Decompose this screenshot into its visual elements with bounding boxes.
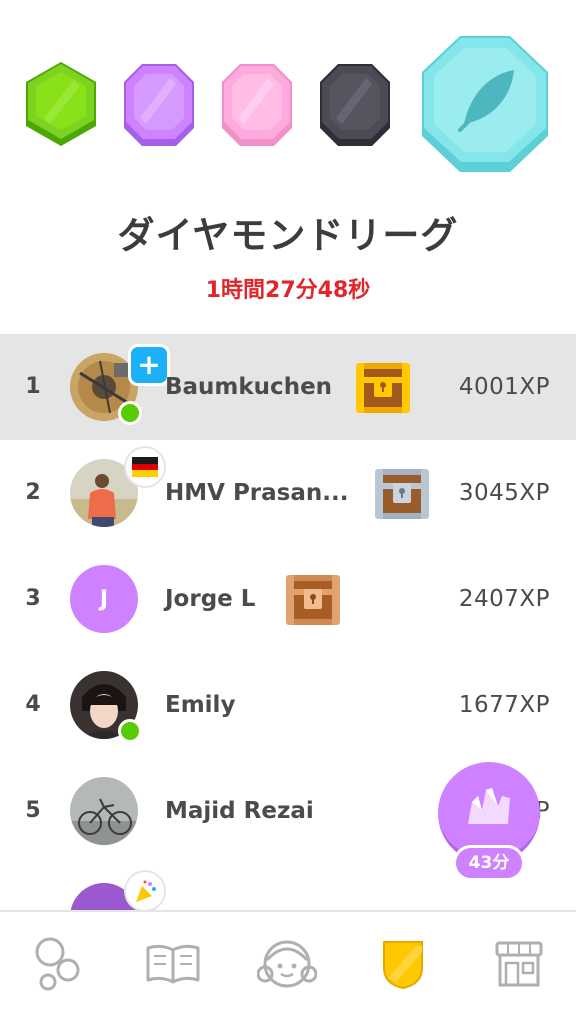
league-badges <box>0 0 576 190</box>
leaderboard-row[interactable]: 4 Emily 1677XP <box>0 652 576 758</box>
shield-icon <box>383 941 423 990</box>
leaderboard-row[interactable]: 3 J Jorge L 2407XP <box>0 546 576 652</box>
user-name: Jorge L <box>165 586 256 612</box>
avatar-initial[interactable]: J <box>70 565 138 633</box>
silver-chest-icon <box>375 469 429 519</box>
bronze-chest-icon <box>286 575 340 625</box>
user-name: Emily <box>165 692 236 718</box>
xp-value: 1677XP <box>458 692 550 718</box>
leaderboard-row[interactable]: 2 HMV Prasan... 3045XP <box>0 440 576 546</box>
profile-tab[interactable] <box>252 934 322 994</box>
xp-boost-icon <box>468 788 510 824</box>
online-status-dot <box>118 719 142 743</box>
user-name: Baumkuchen <box>165 374 333 400</box>
learn-tab[interactable] <box>22 934 92 994</box>
amethyst-league-badge <box>122 62 196 148</box>
rank-number: 4 <box>25 692 41 717</box>
pearl-league-badge <box>220 62 294 148</box>
league-title: ダイヤモンドリーグ <box>117 214 459 257</box>
germany-flag-icon <box>126 448 164 486</box>
user-name: HMV Prasan... <box>165 480 349 506</box>
shop-tab[interactable] <box>484 934 554 994</box>
party-popper-icon <box>126 872 164 910</box>
face-icon <box>257 940 317 988</box>
obsidian-league-badge <box>318 62 392 148</box>
bottom-nav <box>0 910 576 1026</box>
plus-icon: + <box>128 344 170 386</box>
shop-icon <box>495 941 543 987</box>
online-status-dot <box>118 401 142 425</box>
xp-boost-timer: 43分 <box>453 845 525 881</box>
rank-number: 1 <box>25 374 41 399</box>
leaderboard-row-current-user[interactable]: 1 + Baumkuchen 4001XP <box>0 334 576 440</box>
leagues-tab[interactable] <box>368 934 438 994</box>
diamond-league-badge <box>420 34 550 174</box>
avatar[interactable] <box>70 777 138 845</box>
xp-value: 4001XP <box>458 374 550 400</box>
user-name: Majid Rezai <box>165 798 314 824</box>
emerald-league-badge <box>24 60 98 148</box>
xp-value: 3045XP <box>458 480 550 506</box>
book-icon <box>146 944 200 984</box>
bubbles-icon <box>35 937 80 991</box>
gold-chest-icon <box>356 363 410 413</box>
league-countdown: 1時間27分48秒 <box>205 278 371 303</box>
rank-number: 5 <box>25 798 41 823</box>
xp-value: 2407XP <box>458 586 550 612</box>
rank-number: 2 <box>25 480 41 505</box>
stories-tab[interactable] <box>138 934 208 994</box>
rank-number: 3 <box>25 586 41 611</box>
